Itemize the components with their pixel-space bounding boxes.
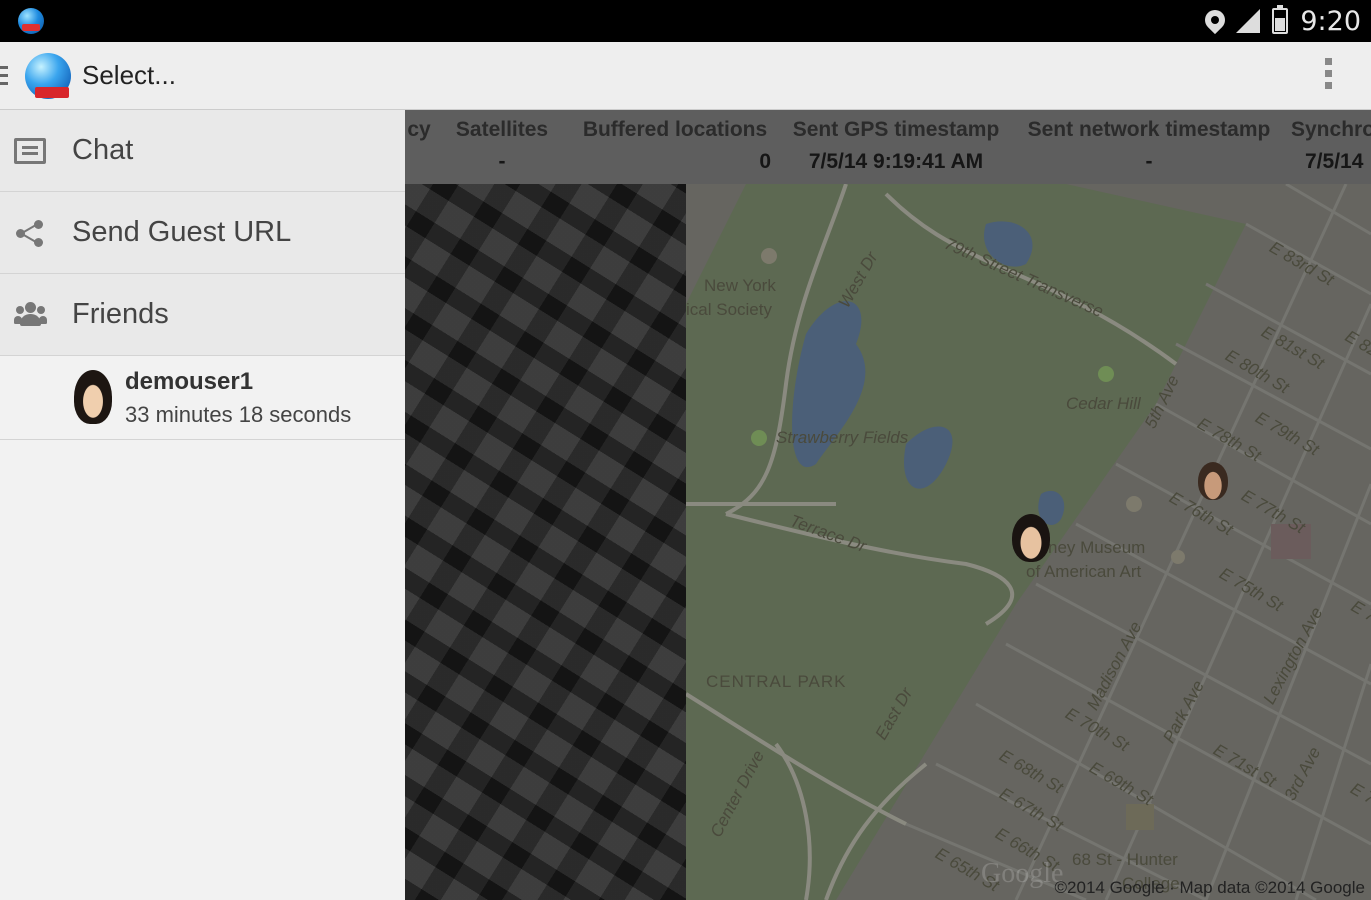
drawer-item-send-guest-url[interactable]: Send Guest URL (0, 192, 405, 274)
app-logo-icon[interactable] (25, 53, 71, 99)
chat-icon (14, 138, 46, 164)
stat-header: Sent GPS timestamp (792, 118, 1000, 141)
map-label: ney Museum (1048, 538, 1146, 557)
map-label: New York (704, 276, 776, 295)
overflow-menu-icon[interactable] (1325, 58, 1333, 94)
drawer-indicator-icon[interactable] (0, 66, 8, 90)
user-location-marker[interactable] (1198, 462, 1228, 500)
clock: 9:20 (1300, 5, 1361, 37)
friend-last-seen: 33 minutes 18 seconds (125, 402, 352, 427)
stat-column: Sent GPS timestamp 7/5/14 9:19:41 AM (785, 110, 1007, 184)
friends-icon (14, 302, 47, 328)
stat-header: Sent network timestamp (1027, 118, 1271, 141)
friend-name: demouser1 (125, 368, 254, 395)
stat-value: 7/5/14 (1305, 150, 1364, 173)
stat-header: Synchro (1291, 118, 1371, 141)
stat-header: Buffered locations (582, 118, 768, 141)
road-map: New York ical Society West Dr 79th Stree… (686, 184, 1371, 900)
stat-column: cy (405, 110, 433, 184)
stats-bar: cy Satellites - Buffered locations 0 Sen… (405, 110, 1371, 184)
stat-column: Buffered locations 0 (575, 110, 775, 184)
share-icon (14, 220, 46, 246)
action-bar-title[interactable]: Select... (82, 60, 176, 91)
stat-value: - (1145, 150, 1153, 173)
avatar (74, 370, 112, 424)
signal-icon (1236, 8, 1261, 34)
stat-column: Satellites - (449, 110, 555, 184)
map-label: ical Society (686, 300, 772, 319)
map-attribution[interactable]: ©2014 Google · Map data ©2014 Google (1055, 878, 1365, 898)
stat-value: 7/5/14 9:19:41 AM (808, 150, 984, 173)
map-label: of American Art (1026, 562, 1142, 581)
map-label: 68 St - Hunter (1072, 850, 1178, 869)
satellite-imagery (405, 184, 686, 900)
friend-location-marker[interactable] (1012, 514, 1050, 562)
drawer-item-chat[interactable]: Chat (0, 110, 405, 192)
map-label: CENTRAL PARK (706, 672, 847, 691)
stat-column: Synchro 7/5/14 (1291, 110, 1371, 184)
action-bar: Select... (0, 42, 1371, 110)
drawer-item-label: Chat (72, 134, 134, 166)
stat-column: Sent network timestamp - (1017, 110, 1281, 184)
status-bar: 9:20 (0, 0, 1371, 42)
drawer-item-friends[interactable]: Friends (0, 274, 405, 356)
map-view[interactable]: cy Satellites - Buffered locations 0 Sen… (405, 110, 1371, 900)
navigation-drawer: Chat Send Guest URL Friends demouser1 33… (0, 110, 405, 900)
stat-header: cy (407, 118, 431, 141)
location-pin-icon (1201, 5, 1230, 35)
stat-value: - (498, 150, 506, 173)
drawer-item-label: Send Guest URL (72, 216, 292, 248)
drawer-item-label: Friends (72, 298, 169, 330)
stat-value: 0 (759, 150, 771, 173)
friend-list-item[interactable]: demouser1 33 minutes 18 seconds (0, 356, 405, 440)
google-watermark: Google (981, 858, 1064, 889)
map-label: Cedar Hill (1066, 394, 1141, 413)
stat-header: Satellites (455, 118, 549, 141)
battery-icon (1268, 5, 1290, 34)
app-globe-icon (18, 8, 44, 34)
map-label: Strawberry Fields (776, 428, 909, 447)
